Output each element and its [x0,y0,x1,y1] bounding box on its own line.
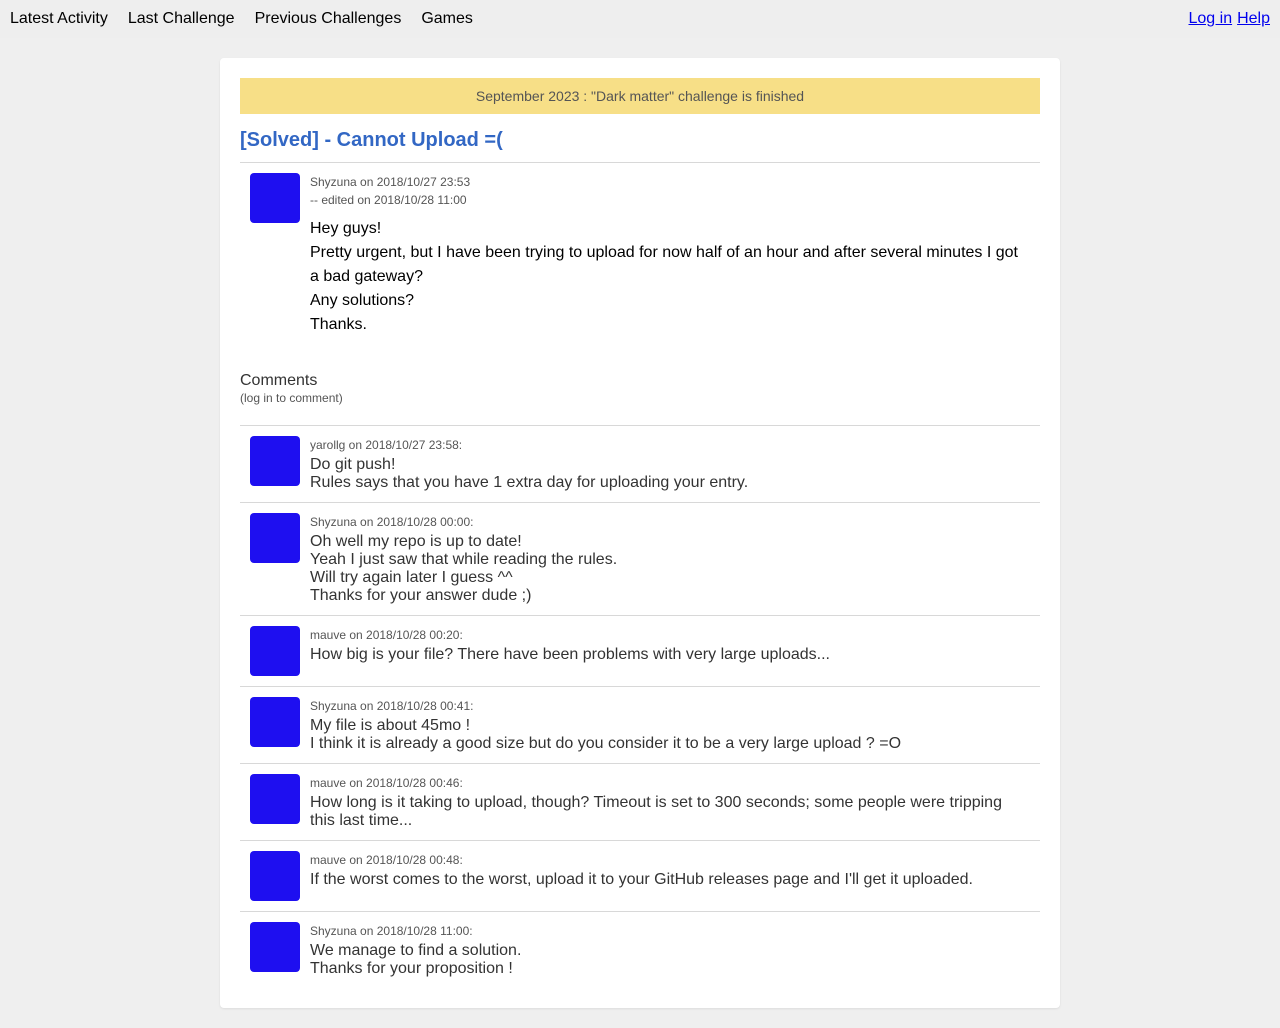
comment-line: We manage to find a solution. [310,942,522,959]
comment-body: Shyzuna on 2018/10/28 11:00: We manage to… [310,922,1030,978]
comment-line: Thanks for your answer dude ;) [310,587,532,604]
comment-body: Shyzuna on 2018/10/28 00:41: My file is a… [310,697,1030,753]
avatar[interactable] [250,851,300,901]
comment-line: How long is it taking to upload, though?… [310,794,1002,829]
comment-text: How big is your file? There have been pr… [310,646,1030,664]
comment-item: mauve on 2018/10/28 00:20: How big is you… [240,615,1040,686]
comment-meta: mauve on 2018/10/28 00:48: [310,853,463,867]
banner-text: September 2023 : "Dark matter" challenge… [475,88,805,104]
comment-line: I think it is already a good size but do… [310,735,902,752]
comment-meta: mauve on 2018/10/28 00:20: [310,628,463,642]
comment-list: yarollg on 2018/10/27 23:58: Do git push!… [240,425,1040,988]
comment-text: Oh well my repo is up to date! Yeah I jus… [310,533,1030,605]
comment-line: Rules says that you have 1 extra day for… [310,474,749,491]
comment-line: Thanks for your proposition ! [310,960,513,977]
comment-body: mauve on 2018/10/28 00:46: How long is it… [310,774,1030,830]
avatar[interactable] [250,173,300,223]
post-body: Shyzuna on 2018/10/27 23:53 -- edited on… [310,173,1030,351]
post-line: Pretty urgent, but I have been trying to… [310,244,1018,285]
nav-latest-activity[interactable]: Latest Activity [10,10,108,28]
comment-text: If the worst comes to the worst, upload … [310,871,1030,889]
comment-meta: Shyzuna on 2018/10/28 00:41: [310,699,474,713]
login-link[interactable]: Log in [1189,10,1233,28]
comment-line: Do git push! [310,456,396,473]
nav-games[interactable]: Games [421,10,473,28]
comment-text: How long is it taking to upload, though?… [310,794,1030,830]
post-title: [Solved] - Cannot Upload =( [240,128,1040,163]
comment-text: Do git push! Rules says that you have 1 e… [310,456,1030,492]
comment-line: Will try again later I guess ^^ [310,569,513,586]
comment-line: How big is your file? There have been pr… [310,646,830,663]
comment-line: If the worst comes to the worst, upload … [310,871,973,888]
help-link[interactable]: Help [1237,10,1270,28]
top-navigation: Latest Activity Last Challenge Previous … [0,0,1280,38]
post-text: Hey guys! Pretty urgent, but I have been… [310,217,1030,337]
comment-item: Shyzuna on 2018/10/28 00:00: Oh well my r… [240,502,1040,615]
post-meta-author: Shyzuna on 2018/10/27 23:53 [310,175,471,189]
original-post: Shyzuna on 2018/10/27 23:53 -- edited on… [240,163,1040,351]
comment-line: Yeah I just saw that while reading the r… [310,551,618,568]
comment-item: Shyzuna on 2018/10/28 11:00: We manage to… [240,911,1040,988]
nav-last-challenge[interactable]: Last Challenge [128,10,235,28]
comment-text: We manage to find a solution. Thanks for … [310,942,1030,978]
nav-account-links: Log in Help [1189,10,1271,28]
post-meta-edited: -- edited on 2018/10/28 11:00 [310,193,467,207]
comment-body: mauve on 2018/10/28 00:48: If the worst c… [310,851,1030,901]
post-line: Hey guys! [310,220,382,237]
comment-text: My file is about 45mo ! I think it is alr… [310,717,1030,753]
comments-login-hint: (log in to comment) [240,391,343,405]
comment-line: Oh well my repo is up to date! [310,533,522,550]
comment-meta: mauve on 2018/10/28 00:46: [310,776,463,790]
post-line: Any solutions? [310,292,415,309]
avatar[interactable] [250,436,300,486]
comment-body: yarollg on 2018/10/27 23:58: Do git push!… [310,436,1030,492]
avatar[interactable] [250,774,300,824]
avatar[interactable] [250,922,300,972]
comment-meta: Shyzuna on 2018/10/28 11:00: [310,924,473,938]
avatar[interactable] [250,697,300,747]
challenge-banner: September 2023 : "Dark matter" challenge… [240,78,1040,114]
avatar[interactable] [250,626,300,676]
comment-item: mauve on 2018/10/28 00:48: If the worst c… [240,840,1040,911]
comment-line: My file is about 45mo ! [310,717,471,734]
content-card: September 2023 : "Dark matter" challenge… [220,58,1060,1008]
comment-item: Shyzuna on 2018/10/28 00:41: My file is a… [240,686,1040,763]
comment-meta: Shyzuna on 2018/10/28 00:00: [310,515,474,529]
comments-heading: Comments [240,372,318,389]
avatar[interactable] [250,513,300,563]
nav-links: Latest Activity Last Challenge Previous … [10,10,473,28]
comment-meta: yarollg on 2018/10/27 23:58: [310,438,463,452]
comment-item: mauve on 2018/10/28 00:46: How long is it… [240,763,1040,840]
nav-previous-challenges[interactable]: Previous Challenges [255,10,402,28]
comment-body: Shyzuna on 2018/10/28 00:00: Oh well my r… [310,513,1030,605]
comment-body: mauve on 2018/10/28 00:20: How big is you… [310,626,1030,676]
post-line: Thanks. [310,316,367,333]
comment-item: yarollg on 2018/10/27 23:58: Do git push!… [240,425,1040,502]
